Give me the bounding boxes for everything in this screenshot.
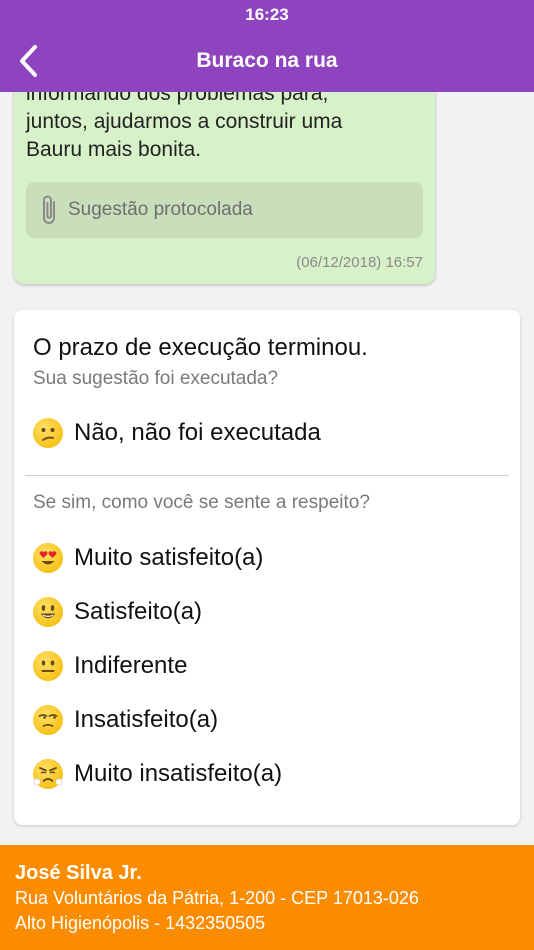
- message-line: juntos, ajudarmos a construir uma: [26, 110, 343, 133]
- message-text: informando dos problemas para, juntos, a…: [26, 92, 426, 164]
- option-label: Satisfeito(a): [74, 598, 203, 625]
- message-line: Bauru mais bonita.: [26, 138, 202, 161]
- status-time: 16:23: [245, 5, 289, 24]
- status-bar: 16:23: [0, 0, 534, 30]
- attachment-button[interactable]: Sugestão protocolada: [26, 182, 423, 238]
- user-district-phone: Alto Higienópolis - 1432350505: [15, 913, 266, 933]
- page-title: Buraco na rua: [196, 49, 338, 72]
- survey-title: O prazo de execução terminou.: [33, 334, 368, 361]
- content-area[interactable]: informando dos problemas para, juntos, a…: [0, 92, 534, 845]
- option-label: Muito satisfeito(a): [74, 544, 264, 571]
- chevron-left-icon: [20, 45, 37, 77]
- option-very-satisfied[interactable]: Muito satisfeito(a): [33, 538, 503, 578]
- survey-question-feeling: Se sim, como você se sente a respeito?: [33, 492, 370, 513]
- angry-face-icon: [33, 759, 63, 789]
- option-label: Não, não foi executada: [74, 419, 321, 446]
- survey-question-executed: Sua sugestão foi executada?: [33, 368, 279, 389]
- unamused-face-icon: [33, 705, 63, 735]
- heart-eyes-face-icon: [33, 543, 63, 573]
- user-address: Rua Voluntários da Pátria, 1-200 - CEP 1…: [15, 888, 419, 908]
- option-very-unsatisfied[interactable]: Muito insatisfeito(a): [33, 754, 503, 794]
- attachment-label: Sugestão protocolada: [68, 199, 253, 220]
- user-footer: José Silva Jr. Rua Voluntários da Pátria…: [0, 845, 534, 950]
- user-name: José Silva Jr.: [15, 862, 142, 884]
- option-indifferent[interactable]: Indiferente: [33, 646, 503, 686]
- neutral-face-icon: [33, 651, 63, 681]
- divider: [25, 475, 509, 476]
- option-satisfied[interactable]: Satisfeito(a): [33, 592, 503, 632]
- confused-face-icon: [33, 418, 63, 448]
- smiling-face-icon: [33, 597, 63, 627]
- option-unsatisfied[interactable]: Insatisfeito(a): [33, 700, 503, 740]
- back-button[interactable]: [8, 41, 48, 81]
- option-label: Muito insatisfeito(a): [74, 760, 283, 787]
- survey-card: O prazo de execução terminou. Sua sugest…: [14, 310, 520, 825]
- option-not-executed[interactable]: Não, não foi executada: [33, 413, 503, 453]
- nav-bar: Buraco na rua: [0, 30, 534, 92]
- message-timestamp: (06/12/2018) 16:57: [296, 254, 423, 271]
- paperclip-icon: [43, 195, 55, 224]
- message-bubble: informando dos problemas para, juntos, a…: [14, 92, 435, 284]
- option-label: Indiferente: [74, 652, 188, 679]
- option-label: Insatisfeito(a): [74, 706, 219, 733]
- message-line: informando dos problemas para,: [26, 92, 329, 105]
